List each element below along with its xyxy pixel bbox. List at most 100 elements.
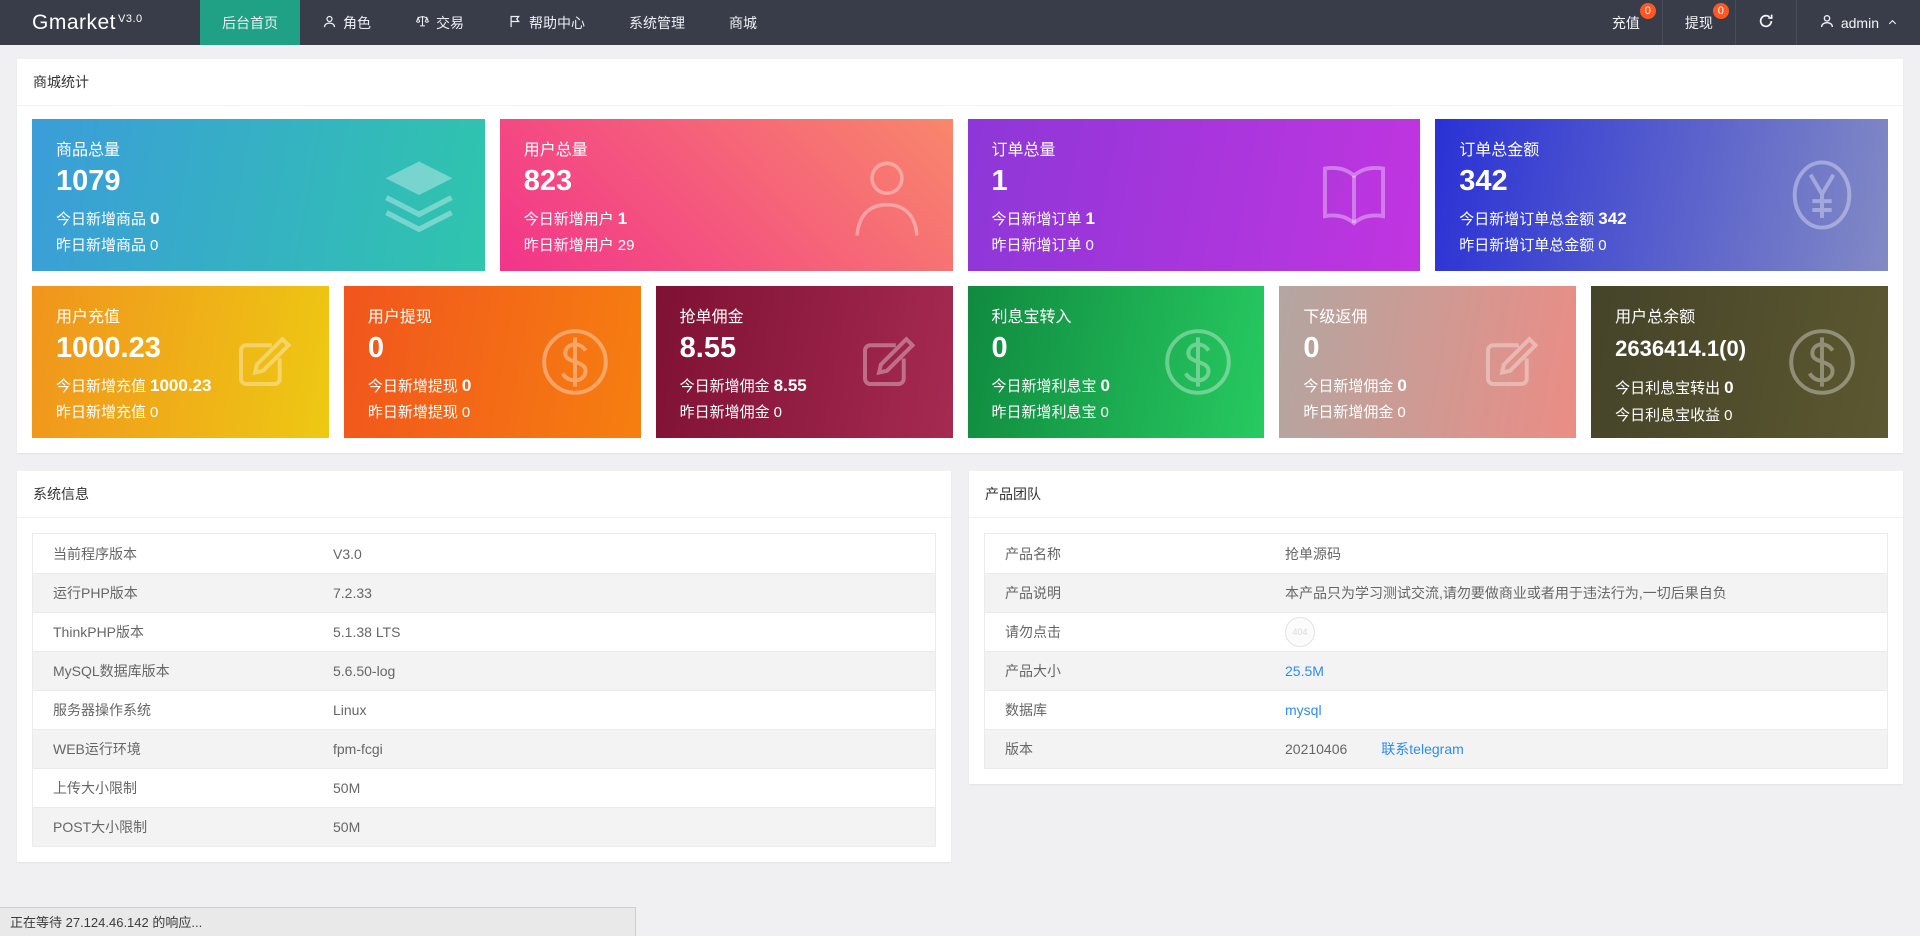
topbar-right: 充值 0 提现 0 admin xyxy=(1590,0,1920,45)
telegram-link[interactable]: 联系telegram xyxy=(1381,741,1463,757)
nav-item-help[interactable]: 帮助中心 xyxy=(486,0,607,45)
refresh-button[interactable] xyxy=(1734,0,1796,45)
user-name: admin xyxy=(1840,14,1879,31)
yen-icon xyxy=(1778,151,1866,239)
scales-icon xyxy=(415,14,430,32)
stat-card-line3-label: 昨日新增商品 xyxy=(56,237,147,255)
user-menu[interactable]: admin xyxy=(1795,0,1920,45)
info-row: MySQL数据库版本 5.6.50-log xyxy=(33,651,935,690)
info-row: 服务器操作系统 Linux xyxy=(33,690,935,729)
stat-card-line2-label: 今日新增佣金 xyxy=(1303,377,1394,395)
stats-panel-body: 商品总量 1079 今日新增商品 0 昨日新增商品 0 用户总量 823 今日新增用户 1 昨日新增… xyxy=(17,106,1903,453)
info-row-value: 25.5M xyxy=(1285,663,1324,679)
stat-card-line3-label: 昨日新增佣金 xyxy=(679,404,770,422)
info-row-value: mysql xyxy=(1285,702,1322,718)
info-row-value: 50M xyxy=(333,780,360,796)
info-row-label: POST大小限制 xyxy=(53,819,148,835)
stat-card-line3-label: 今日利息宝收益 xyxy=(1615,406,1721,424)
value-text: V3.0 xyxy=(333,545,362,562)
user-icon xyxy=(1819,13,1835,32)
edit-icon xyxy=(843,318,931,406)
stat-card-line3-value: 0 xyxy=(1085,237,1094,255)
withdraw-label: 提现 xyxy=(1684,14,1713,31)
version-text: 20210406 xyxy=(1285,741,1348,757)
product-team-table: 产品名称 抢单源码 产品说明 本产品只为学习测试交流,请勿要做商业或者用于违法行为,一… xyxy=(984,533,1888,769)
value-text: 7.2.33 xyxy=(333,585,372,601)
system-info-title: 系统信息 xyxy=(17,471,951,518)
stat-card-line2-value: 0 xyxy=(150,208,160,228)
stat-card-line3-value: 0 xyxy=(1397,404,1406,422)
nav-item-trade[interactable]: 交易 xyxy=(393,0,486,45)
nav-item-label: 交易 xyxy=(436,14,464,31)
info-row-label: 上传大小限制 xyxy=(53,780,137,796)
withdraw-button[interactable]: 提现 0 xyxy=(1661,0,1735,45)
stat-card-recharge: 用户充值 1000.23 今日新增充值 1000.23 昨日新增充值 0 xyxy=(32,286,329,438)
product-team-title: 产品团队 xyxy=(969,471,1903,518)
stat-card-line3-label: 昨日新增订单 xyxy=(991,237,1082,255)
stat-card-line2-value: 1 xyxy=(617,208,628,228)
edit-icon xyxy=(219,318,307,406)
info-row-value: 20210406 联系telegram xyxy=(1285,739,1464,759)
info-row-value: 404 xyxy=(1285,613,1315,651)
nav-item-label: 系统管理 xyxy=(629,14,685,31)
stat-card-line2-label: 今日新增利息宝 xyxy=(991,377,1097,395)
stat-card-line2-value: 1000.23 xyxy=(150,375,212,395)
stat-card-line2-label: 今日新增用户 xyxy=(523,210,614,228)
value-text: 5.1.38 LTS xyxy=(333,624,401,640)
topbar: Gmarket V3.0 后台首页 角色 交易 帮助中心 系统管理 商城 充值 0 提现 … xyxy=(0,0,1920,45)
info-row: 运行PHP版本 7.2.33 xyxy=(33,573,935,612)
info-row-value: 50M xyxy=(333,819,360,835)
info-row-label: 请勿点击 xyxy=(1005,624,1061,640)
dollar-icon xyxy=(1778,318,1866,406)
flag-icon xyxy=(508,14,523,32)
stat-card-line3-value: 0 xyxy=(461,404,471,422)
info-row-label: 产品说明 xyxy=(1005,585,1061,601)
stat-card-line2-value: 1 xyxy=(1085,208,1095,228)
stat-card-orders: 订单总量 1 今日新增订单 1 昨日新增订单 0 xyxy=(967,119,1421,271)
stat-card-users: 用户总量 823 今日新增用户 1 昨日新增用户 29 xyxy=(499,119,953,271)
info-row: 产品大小 25.5M xyxy=(985,651,1887,690)
nav-item-roles[interactable]: 角色 xyxy=(300,0,393,45)
stat-card-order-amount: 订单总金额 342 今日新增订单总金额 342 昨日新增订单总金额 0 xyxy=(1435,119,1888,271)
stat-card-line3-value: 0 xyxy=(1598,237,1607,255)
dollar-icon xyxy=(531,318,619,406)
stats-panel: 商城统计 商品总量 1079 今日新增商品 0 昨日新增商品 0 用户总量 823 今日新增用户… xyxy=(17,59,1903,453)
info-row: 数据库 mysql xyxy=(985,690,1887,729)
stats-row-1: 商品总量 1079 今日新增商品 0 昨日新增商品 0 用户总量 823 今日新增用户 1 昨日新增… xyxy=(32,119,1888,271)
stat-card-line2-label: 今日新增充值 xyxy=(56,377,147,395)
info-row-value: 7.2.33 xyxy=(333,585,372,601)
main-nav: 后台首页 角色 交易 帮助中心 系统管理 商城 xyxy=(200,0,779,45)
stat-card-line3-value: 0 xyxy=(150,237,159,255)
info-row-label: 产品大小 xyxy=(1005,663,1061,679)
stat-card-line2-label: 今日新增订单 xyxy=(991,210,1082,228)
nav-item-home[interactable]: 后台首页 xyxy=(200,0,300,45)
value-link[interactable]: mysql xyxy=(1285,702,1322,718)
stat-card-commission: 抢单佣金 8.55 今日新增佣金 8.55 昨日新增佣金 0 xyxy=(655,286,953,438)
stats-panel-title: 商城统计 xyxy=(17,59,1903,106)
info-row-value: V3.0 xyxy=(333,546,362,562)
value-text: 50M xyxy=(333,780,361,796)
dollar-icon xyxy=(1154,318,1242,406)
value-text: fpm-fcgi xyxy=(333,741,383,757)
info-row: 请勿点击 404 xyxy=(985,612,1887,651)
stat-card-line3-value: 0 xyxy=(773,404,783,422)
stat-card-line2-value: 0 xyxy=(1100,375,1110,395)
info-row-label: 产品名称 xyxy=(1005,545,1061,562)
nav-item-system[interactable]: 系统管理 xyxy=(607,0,707,45)
info-row-value: 本产品只为学习测试交流,请勿要做商业或者用于违法行为,一切后果自负 xyxy=(1285,583,1727,603)
refresh-icon xyxy=(1758,13,1774,32)
info-row: ThinkPHP版本 5.1.38 LTS xyxy=(33,612,935,651)
value-link[interactable]: 25.5M xyxy=(1285,663,1324,679)
broken-image-badge[interactable]: 404 xyxy=(1285,617,1315,647)
system-info-table: 当前程序版本 V3.0 运行PHP版本 7.2.33 ThinkPHP版本 5.1.38 … xyxy=(32,533,936,847)
person-icon xyxy=(322,14,337,32)
status-text: 正在等待 27.124.46.142 的响应... xyxy=(10,915,203,930)
info-row: WEB运行环境 fpm-fcgi xyxy=(33,729,935,768)
edit-icon xyxy=(1466,318,1554,406)
nav-item-label: 帮助中心 xyxy=(529,14,585,31)
nav-item-mall[interactable]: 商城 xyxy=(707,0,779,45)
recharge-button[interactable]: 充值 0 xyxy=(1590,0,1662,45)
stat-card-products: 商品总量 1079 今日新增商品 0 昨日新增商品 0 xyxy=(32,119,485,271)
chevron-up-icon xyxy=(1885,15,1898,31)
info-row-label: 版本 xyxy=(1005,741,1033,757)
